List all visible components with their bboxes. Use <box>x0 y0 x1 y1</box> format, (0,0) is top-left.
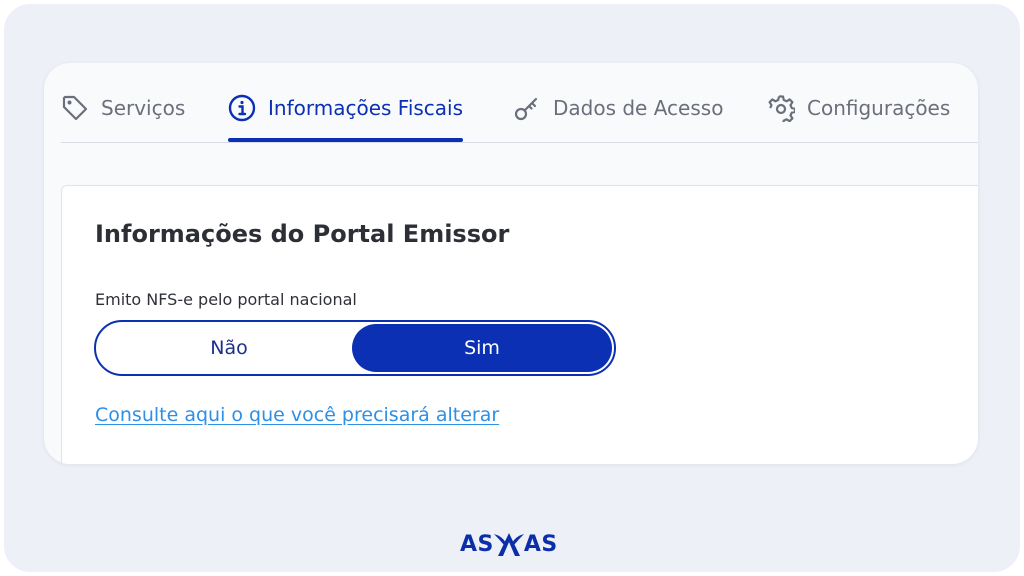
tab-configuracoes[interactable]: Configurações <box>767 91 950 142</box>
tab-bar: Serviços Informações Fiscais Dados de Ac… <box>61 63 978 143</box>
logo-wings-icon <box>493 533 524 556</box>
nfse-field-label: Emito NFS-e pelo portal nacional <box>95 290 357 309</box>
gear-icon <box>767 94 797 125</box>
panel-title: Informações do Portal Emissor <box>95 220 510 248</box>
info-icon <box>228 94 256 122</box>
portal-emissor-panel: Informações do Portal Emissor Emito NFS-… <box>61 185 978 464</box>
tag-icon <box>61 94 89 122</box>
toggle-option-sim[interactable]: Sim <box>352 324 612 372</box>
logo-text-right: AS <box>523 531 558 557</box>
asaas-logo: AS AS <box>460 530 558 558</box>
tab-informacoes-fiscais[interactable]: Informações Fiscais <box>228 91 464 142</box>
settings-card: Serviços Informações Fiscais Dados de Ac… <box>44 63 978 464</box>
tab-informacoes-fiscais-label: Informações Fiscais <box>268 96 464 120</box>
help-link[interactable]: Consulte aqui o que você precisará alter… <box>95 404 499 426</box>
key-icon <box>513 94 541 122</box>
tab-dados-de-acesso[interactable]: Dados de Acesso <box>513 91 723 142</box>
tab-servicos[interactable]: Serviços <box>61 91 185 142</box>
logo-text-left: AS <box>460 531 494 557</box>
tab-dados-de-acesso-label: Dados de Acesso <box>553 96 724 120</box>
tab-configuracoes-label: Configurações <box>807 96 951 120</box>
nfse-toggle: Não Sim <box>94 320 616 376</box>
toggle-option-nao[interactable]: Não <box>99 324 359 372</box>
tab-servicos-label: Serviços <box>101 96 186 120</box>
